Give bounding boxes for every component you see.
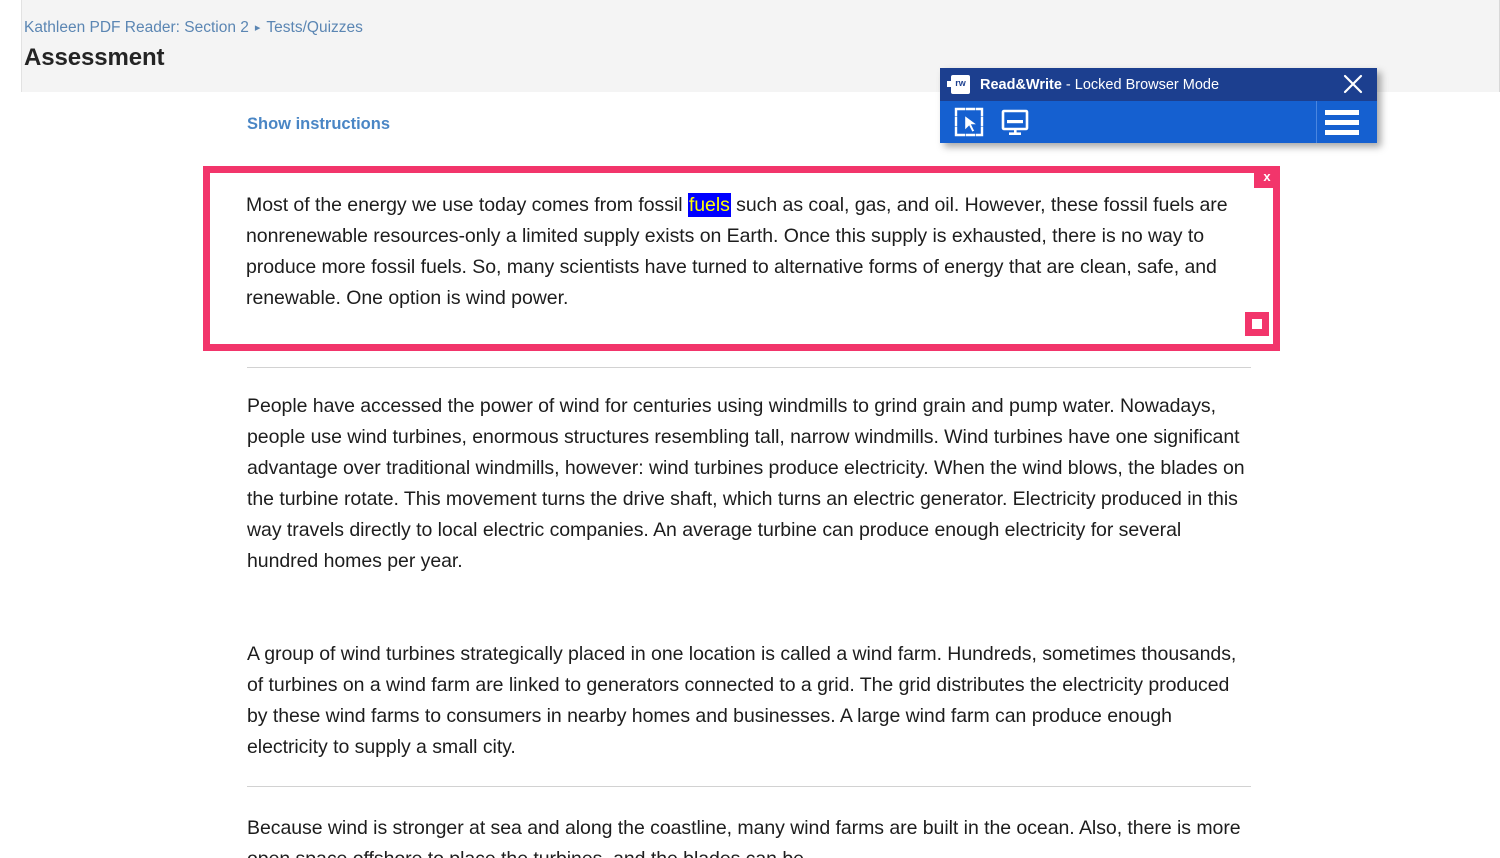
paragraph-1: Most of the energy we use today comes fr… <box>246 190 1237 314</box>
paragraph-3: A group of wind turbines strategically p… <box>247 643 1237 758</box>
menu-line-1 <box>1325 109 1359 115</box>
hamburger-menu-icon[interactable] <box>1317 101 1367 143</box>
menu-line-2 <box>1325 119 1359 125</box>
readwrite-title-bar[interactable]: rw Read&Write - Locked Browser Mode <box>940 68 1377 101</box>
monitor-screen-icon <box>1001 109 1029 135</box>
app-root: Kathleen PDF Reader: Section 2 ▸ Tests/Qui… <box>0 0 1500 858</box>
readwrite-button-bar[interactable] <box>940 101 1377 143</box>
paragraph-1-text-before: Most of the energy we use today comes fr… <box>246 194 688 216</box>
breadcrumb: Kathleen PDF Reader: Section 2 ▸ Tests/Qui… <box>24 17 363 39</box>
assessment-content: Show instructions Most of the energy we … <box>0 92 1500 858</box>
close-reading-box-button[interactable]: x <box>1254 166 1280 188</box>
readwrite-logo-icon: rw <box>947 75 970 94</box>
close-icon[interactable] <box>1341 72 1365 96</box>
readwrite-logo-text: rw <box>955 78 966 88</box>
screen-mask-button[interactable] <box>992 101 1038 143</box>
readwrite-title-text: Read&Write - Locked Browser Mode <box>980 77 1219 93</box>
screenshot-reader-button[interactable] <box>946 101 992 143</box>
reading-box-inner: Most of the energy we use today comes fr… <box>210 173 1273 328</box>
breadcrumb-section-link[interactable]: Tests/Quizzes <box>266 19 362 36</box>
readwrite-toolbar[interactable]: rw Read&Write - Locked Browser Mode <box>940 68 1377 143</box>
screenshot-select-icon <box>954 107 984 137</box>
paragraph-4: Because wind is stronger at sea and alon… <box>247 817 1241 858</box>
page-title: Assessment <box>24 44 165 71</box>
stop-reading-button[interactable] <box>1245 312 1269 336</box>
breadcrumb-course-link[interactable]: Kathleen PDF Reader: Section 2 <box>24 19 249 36</box>
header-left-strip <box>0 0 22 92</box>
paragraph-2: People have accessed the power of wind f… <box>247 395 1245 572</box>
reading-highlight-box: Most of the energy we use today comes fr… <box>203 166 1280 351</box>
show-instructions-link[interactable]: Show instructions <box>247 115 390 134</box>
content-divider-1 <box>247 367 1251 368</box>
content-divider-2 <box>247 786 1251 787</box>
breadcrumb-separator-icon: ▸ <box>254 22 261 34</box>
readwrite-mode-label: - Locked Browser Mode <box>1065 76 1220 93</box>
readwrite-app-name: Read&Write <box>980 76 1062 93</box>
menu-line-3 <box>1325 129 1359 135</box>
stop-square-icon <box>1252 319 1262 329</box>
spoken-word-highlight: fuels <box>687 193 731 217</box>
